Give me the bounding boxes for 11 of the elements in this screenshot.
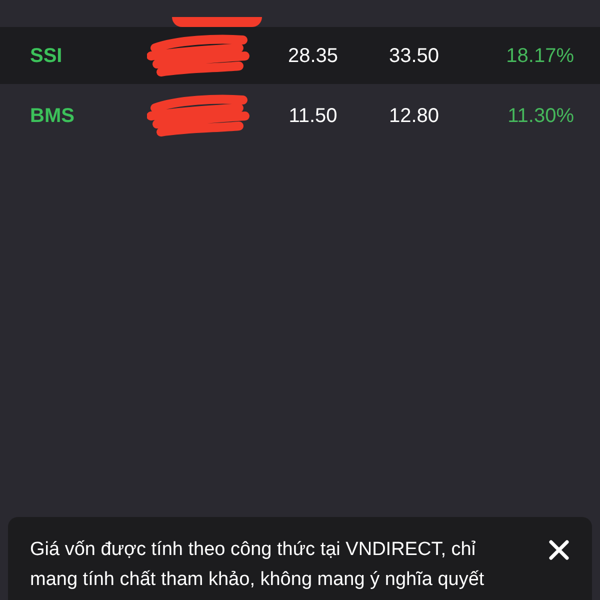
change-percent: 11.30%: [506, 104, 574, 129]
stock-row[interactable]: SSI 28.35 33.50 18.17%: [0, 28, 600, 84]
price-value: 11.50: [288, 104, 338, 129]
stock-symbol: SSI: [29, 44, 64, 69]
stock-symbol: BMS: [29, 104, 76, 129]
change-percent: 18.17%: [505, 44, 574, 69]
price-value: 33.50: [388, 44, 440, 69]
price-value: 28.35: [286, 44, 340, 69]
close-icon[interactable]: [546, 537, 572, 563]
price-value: 12.80: [388, 104, 440, 129]
notice-text: Giá vốn được tính theo công thức tại VNDIRECT, chỉ mang tính chất tham khảo, không mang ý nghĩa quyết: [30, 538, 486, 592]
